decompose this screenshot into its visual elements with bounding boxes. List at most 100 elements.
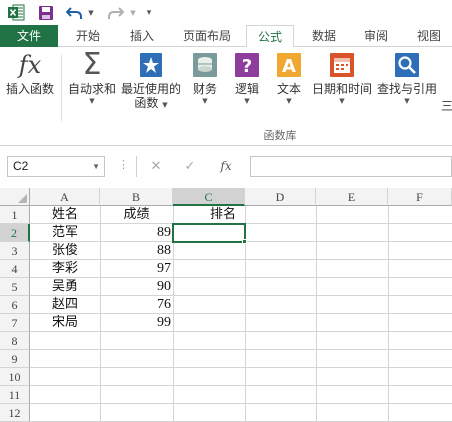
datetime-dropdown-icon: ▼: [339, 97, 345, 105]
calendar-clock-icon: [328, 51, 356, 79]
active-cell-selection[interactable]: [172, 223, 246, 243]
recently-used-button[interactable]: 最近使用的 函数 ▼: [120, 51, 182, 110]
name-box-dropdown-icon[interactable]: ▼: [92, 157, 100, 176]
cell-b1[interactable]: 成绩: [100, 206, 173, 224]
cancel-icon[interactable]: ✕: [143, 157, 169, 176]
tab-page-layout[interactable]: 页面布局: [172, 25, 242, 47]
grid-line: [30, 403, 452, 404]
text-a-icon: A: [275, 51, 303, 79]
financial-button[interactable]: 财务 ▼: [186, 51, 224, 106]
cell-b7[interactable]: 99: [100, 314, 173, 332]
select-all-icon: [18, 194, 27, 203]
save-icon[interactable]: [36, 3, 56, 22]
magnifier-icon: [393, 51, 421, 79]
datetime-button[interactable]: 日期和时间 ▼: [310, 51, 374, 106]
tab-data[interactable]: 数据: [300, 25, 348, 47]
row-header-1[interactable]: 1: [0, 206, 30, 224]
cell-a4[interactable]: 李彩: [30, 260, 100, 278]
autosum-dropdown-icon: ▼: [89, 97, 95, 105]
row-header-10[interactable]: 10: [0, 368, 30, 386]
row-header-12[interactable]: 12: [0, 404, 30, 422]
text-label: 文本: [276, 82, 301, 96]
column-header-a[interactable]: A: [30, 188, 100, 206]
insert-function-icon[interactable]: fx: [213, 157, 239, 176]
tab-home[interactable]: 开始: [64, 25, 112, 47]
row-header-8[interactable]: 8: [0, 332, 30, 350]
grid-line: [30, 349, 452, 350]
formula-input[interactable]: [250, 156, 452, 177]
autosum-button[interactable]: Σ 自动求和 ▼: [66, 47, 118, 106]
grid-line: [30, 385, 452, 386]
formula-bar: C2 ▼ ⋮ ✕ ✓ fx: [0, 146, 452, 188]
worksheet-grid[interactable]: A B C D E F 1 2 3 4 5 6 7 8 9 10 11 12 姓…: [0, 188, 452, 422]
redo-dropdown-icon[interactable]: ▼: [128, 3, 138, 22]
grid-line: [316, 206, 317, 422]
cell-b3[interactable]: 88: [100, 242, 173, 260]
row-header-6[interactable]: 6: [0, 296, 30, 314]
column-header-f[interactable]: F: [388, 188, 452, 206]
tab-view[interactable]: 视图: [406, 25, 452, 47]
logical-dropdown-icon: ▼: [244, 97, 250, 105]
insert-function-button[interactable]: fx 插入函数: [2, 51, 58, 96]
question-mark-icon: ?: [233, 51, 261, 79]
customize-toolbar-icon[interactable]: ▾: [143, 3, 155, 22]
row-header-3[interactable]: 3: [0, 242, 30, 260]
cell-c1[interactable]: 排名: [173, 206, 273, 224]
quick-access-toolbar: ▼ ▼ ▾: [0, 0, 452, 25]
row-header-9[interactable]: 9: [0, 350, 30, 368]
cell-a3[interactable]: 张俊: [30, 242, 100, 260]
column-header-e[interactable]: E: [316, 188, 388, 206]
lookup-reference-button[interactable]: 查找与引用 ▼: [374, 51, 440, 106]
lookup-dropdown-icon: ▼: [404, 97, 410, 105]
logical-label: 逻辑: [234, 82, 259, 96]
fx-icon: fx: [18, 51, 42, 79]
cell-b5[interactable]: 90: [100, 278, 173, 296]
column-header-c[interactable]: C: [173, 188, 245, 206]
ribbon-formulas: fx 插入函数 Σ 自动求和 ▼ 最近使用的 函数 ▼ 财务 ▼ ? 逻辑 ▼ …: [0, 47, 452, 146]
more-functions-button[interactable]: 三: [441, 99, 452, 113]
tab-formulas[interactable]: 公式: [246, 25, 294, 48]
ribbon-separator: [61, 55, 62, 121]
svg-text:?: ?: [242, 56, 252, 77]
column-header-d[interactable]: D: [245, 188, 316, 206]
row-header-7[interactable]: 7: [0, 314, 30, 332]
row-header-2[interactable]: 2: [0, 224, 30, 242]
text-dropdown-icon: ▼: [286, 97, 292, 105]
cell-b6[interactable]: 76: [100, 296, 173, 314]
datetime-label: 日期和时间: [311, 82, 372, 96]
undo-dropdown-icon[interactable]: ▼: [86, 3, 96, 22]
recently-used-dropdown-icon: ▼: [162, 101, 168, 109]
row-header-4[interactable]: 4: [0, 260, 30, 278]
sigma-icon: Σ: [82, 47, 102, 82]
formula-buttons: ✕ ✓ fx: [136, 156, 248, 177]
enter-check-icon[interactable]: ✓: [177, 157, 203, 176]
cell-a1[interactable]: 姓名: [30, 206, 100, 224]
name-box[interactable]: C2 ▼: [7, 156, 105, 177]
tab-file[interactable]: 文件: [0, 25, 58, 47]
logical-button[interactable]: ? 逻辑 ▼: [228, 51, 266, 106]
formula-bar-grip-icon[interactable]: ⋮: [118, 158, 129, 171]
cell-a5[interactable]: 吴勇: [30, 278, 100, 296]
row-header-11[interactable]: 11: [0, 386, 30, 404]
fill-handle[interactable]: [242, 239, 247, 244]
cell-a7[interactable]: 宋局: [30, 314, 100, 332]
star-book-icon: [137, 51, 165, 79]
financial-dropdown-icon: ▼: [202, 97, 208, 105]
cell-b4[interactable]: 97: [100, 260, 173, 278]
cell-a6[interactable]: 赵四: [30, 296, 100, 314]
tab-insert[interactable]: 插入: [118, 25, 166, 47]
cell-b2[interactable]: 89: [100, 224, 173, 242]
tab-review[interactable]: 审阅: [352, 25, 400, 47]
row-header-5[interactable]: 5: [0, 278, 30, 296]
redo-icon[interactable]: [106, 3, 126, 22]
undo-icon[interactable]: [64, 3, 84, 22]
recently-used-label-2: 函数: [134, 96, 159, 110]
column-header-b[interactable]: B: [100, 188, 173, 206]
ribbon-tab-bar: 文件 开始 插入 页面布局 公式 数据 审阅 视图: [0, 25, 452, 48]
select-all-corner[interactable]: [0, 188, 30, 206]
grid-line: [388, 206, 389, 422]
function-library-group-label: 函数库: [263, 129, 297, 142]
autosum-label: 自动求和: [67, 82, 116, 96]
text-functions-button[interactable]: A 文本 ▼: [270, 51, 308, 106]
cell-a2[interactable]: 范军: [30, 224, 100, 242]
